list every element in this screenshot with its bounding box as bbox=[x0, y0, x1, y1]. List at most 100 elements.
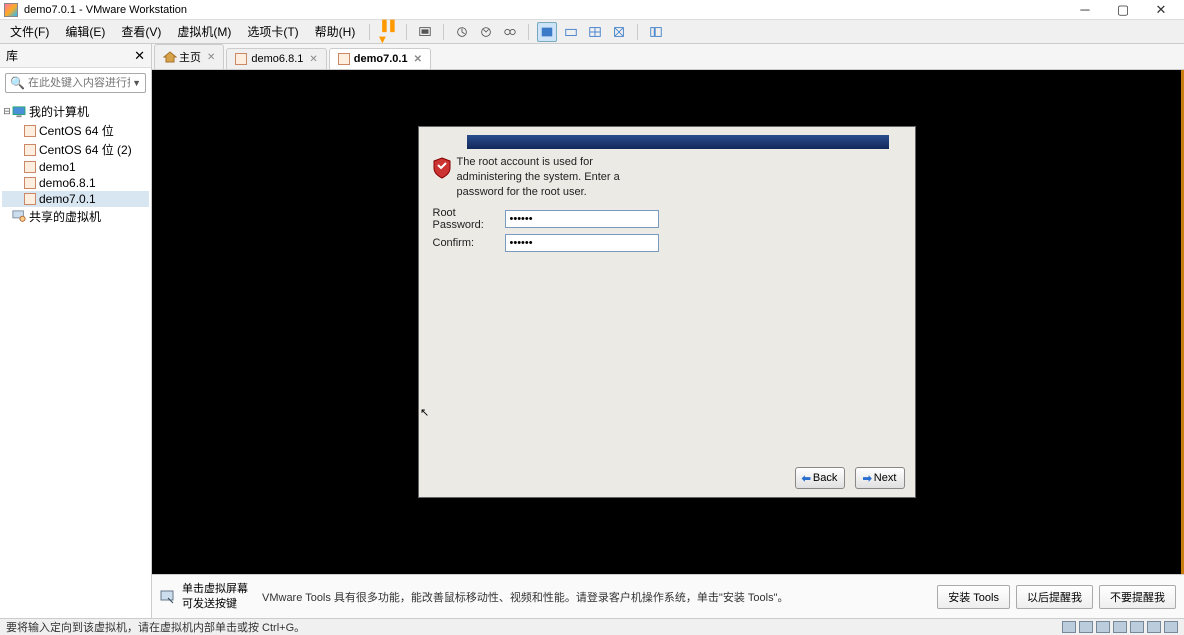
send-ctrlaltdel-button[interactable] bbox=[415, 22, 435, 42]
vm-icon bbox=[24, 193, 36, 205]
snapshot-button[interactable] bbox=[452, 22, 472, 42]
installer-dialog: The root account is used for administeri… bbox=[418, 126, 916, 498]
tab-demo701[interactable]: demo7.0.1 ✕ bbox=[329, 48, 431, 69]
tree-item[interactable]: CentOS 64 位 (2) bbox=[2, 140, 149, 159]
close-button[interactable]: ✕ bbox=[1142, 1, 1180, 19]
minimize-button[interactable]: ─ bbox=[1066, 1, 1104, 19]
search-icon: 🔍 bbox=[10, 76, 25, 90]
separator bbox=[637, 24, 638, 40]
tab-label: demo7.0.1 bbox=[354, 53, 408, 65]
root-password-label: Root Password: bbox=[433, 207, 505, 231]
home-icon bbox=[163, 51, 175, 63]
root-password-input[interactable] bbox=[505, 210, 659, 228]
tree-item[interactable]: demo1 bbox=[2, 159, 149, 175]
install-tools-button[interactable]: 安装 Tools bbox=[937, 585, 1010, 609]
snapshot-revert-button[interactable] bbox=[476, 22, 496, 42]
tree-root[interactable]: ⊟ 我的计算机 bbox=[2, 102, 149, 121]
device-icon[interactable] bbox=[1113, 621, 1127, 633]
menu-view[interactable]: 查看(V) bbox=[115, 21, 167, 42]
app-icon bbox=[4, 3, 18, 17]
hint-line2: 可发送按键 bbox=[182, 597, 248, 611]
main-area: 库 ✕ 🔍 ▼ ⊟ 我的计算机 CentOS 64 位 CentOS 64 位 … bbox=[0, 44, 1184, 618]
tree-root-label: 我的计算机 bbox=[29, 103, 89, 120]
device-icon[interactable] bbox=[1147, 621, 1161, 633]
hint-bar: 单击虚拟屏幕 可发送按键 VMware Tools 具有很多功能，能改善鼠标移动… bbox=[152, 574, 1184, 618]
vm-tree: ⊟ 我的计算机 CentOS 64 位 CentOS 64 位 (2) demo… bbox=[0, 98, 151, 230]
maximize-button[interactable]: ▢ bbox=[1104, 1, 1142, 19]
installer-progress-bar bbox=[467, 135, 889, 149]
stretch-button[interactable] bbox=[609, 22, 629, 42]
device-icon[interactable] bbox=[1062, 621, 1076, 633]
tree-item[interactable]: demo6.8.1 bbox=[2, 175, 149, 191]
vm-console[interactable]: The root account is used for administeri… bbox=[152, 70, 1184, 574]
tree-item-label: demo6.8.1 bbox=[39, 176, 96, 190]
vm-icon bbox=[24, 144, 36, 156]
sidebar-header: 库 ✕ bbox=[0, 44, 151, 68]
tree-item-selected[interactable]: demo7.0.1 bbox=[2, 191, 149, 207]
vm-icon bbox=[24, 161, 36, 173]
pause-button[interactable]: ❚❚ ▾ bbox=[378, 22, 398, 42]
collapse-icon[interactable]: ⊟ bbox=[2, 106, 12, 117]
sidebar-close-icon[interactable]: ✕ bbox=[134, 48, 145, 64]
monitor-pointer-icon bbox=[160, 589, 176, 605]
tree-item-label: demo7.0.1 bbox=[39, 192, 96, 206]
menu-vm[interactable]: 虚拟机(M) bbox=[171, 21, 237, 42]
content-area: 主页 ✕ demo6.8.1 ✕ demo7.0.1 ✕ The root ac… bbox=[152, 44, 1184, 618]
vm-icon bbox=[235, 53, 247, 65]
tree-item-label: demo1 bbox=[39, 160, 76, 174]
separator bbox=[406, 24, 407, 40]
vm-icon bbox=[338, 53, 350, 65]
fullscreen-button[interactable] bbox=[537, 22, 557, 42]
arrow-left-icon: ⬅ bbox=[802, 472, 811, 485]
shield-icon bbox=[433, 157, 451, 179]
device-icon[interactable] bbox=[1130, 621, 1144, 633]
separator bbox=[369, 24, 370, 40]
menu-help[interactable]: 帮助(H) bbox=[309, 21, 362, 42]
next-button[interactable]: ➡Next bbox=[855, 467, 905, 489]
sidebar-title: 库 bbox=[6, 47, 18, 64]
tab-label: 主页 bbox=[179, 49, 201, 65]
tab-label: demo6.8.1 bbox=[251, 53, 303, 65]
dont-remind-button[interactable]: 不要提醒我 bbox=[1099, 585, 1176, 609]
unity-button[interactable] bbox=[561, 22, 581, 42]
tools-message: VMware Tools 具有很多功能，能改善鼠标移动性、视频和性能。请登录客户… bbox=[262, 589, 931, 605]
tree-shared-label: 共享的虚拟机 bbox=[29, 208, 101, 225]
device-icon[interactable] bbox=[1079, 621, 1093, 633]
separator bbox=[528, 24, 529, 40]
search-box[interactable]: 🔍 ▼ bbox=[5, 73, 146, 93]
vm-icon bbox=[24, 125, 36, 137]
tab-home[interactable]: 主页 ✕ bbox=[154, 44, 224, 69]
back-label: Back bbox=[813, 472, 837, 484]
remind-later-button[interactable]: 以后提醒我 bbox=[1016, 585, 1093, 609]
menu-tabs[interactable]: 选项卡(T) bbox=[241, 21, 304, 42]
device-icon[interactable] bbox=[1164, 621, 1178, 633]
library-toggle-button[interactable] bbox=[646, 22, 666, 42]
tab-close-icon[interactable]: ✕ bbox=[207, 52, 215, 63]
tab-demo681[interactable]: demo6.8.1 ✕ bbox=[226, 48, 326, 69]
snapshot-manager-button[interactable] bbox=[500, 22, 520, 42]
next-label: Next bbox=[874, 472, 897, 484]
menu-edit[interactable]: 编辑(E) bbox=[59, 21, 111, 42]
menu-file[interactable]: 文件(F) bbox=[4, 21, 55, 42]
installer-form: Root Password: Confirm: bbox=[419, 200, 915, 259]
status-text: 要将输入定向到该虚拟机，请在虚拟机内部单击或按 Ctrl+G。 bbox=[6, 619, 305, 635]
confirm-password-label: Confirm: bbox=[433, 237, 505, 249]
search-input[interactable] bbox=[28, 77, 130, 89]
confirm-password-input[interactable] bbox=[505, 234, 659, 252]
tree-item[interactable]: CentOS 64 位 bbox=[2, 121, 149, 140]
search-dropdown-icon[interactable]: ▼ bbox=[132, 78, 141, 88]
back-button[interactable]: ⬅Back bbox=[795, 467, 845, 489]
tab-close-icon[interactable]: ✕ bbox=[414, 54, 422, 65]
device-icon[interactable] bbox=[1096, 621, 1110, 633]
tab-close-icon[interactable]: ✕ bbox=[309, 54, 317, 65]
installer-button-row: ⬅Back ➡Next bbox=[419, 459, 915, 497]
installer-header: The root account is used for administeri… bbox=[419, 155, 915, 200]
menubar: 文件(F) 编辑(E) 查看(V) 虚拟机(M) 选项卡(T) 帮助(H) ❚❚… bbox=[0, 20, 1184, 44]
console-view-button[interactable] bbox=[585, 22, 605, 42]
statusbar: 要将输入定向到该虚拟机，请在虚拟机内部单击或按 Ctrl+G。 bbox=[0, 618, 1184, 635]
vm-icon bbox=[24, 177, 36, 189]
hint-line1: 单击虚拟屏幕 bbox=[182, 582, 248, 596]
tree-shared[interactable]: 共享的虚拟机 bbox=[2, 207, 149, 226]
shared-vm-icon bbox=[12, 211, 26, 223]
window-title: demo7.0.1 - VMware Workstation bbox=[24, 4, 1066, 16]
